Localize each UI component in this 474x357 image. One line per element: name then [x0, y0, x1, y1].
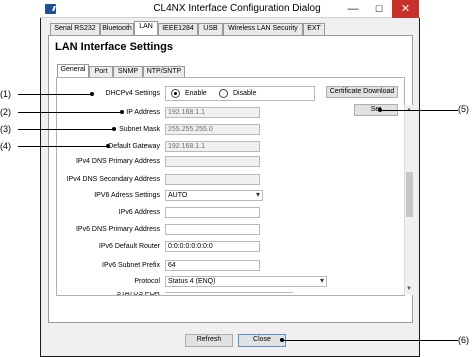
ipv4-dns-primary-field[interactable] [165, 156, 260, 167]
tab-bluetooth[interactable]: Bluetooth [100, 23, 134, 35]
callout-6-dot [280, 338, 284, 342]
status-port-field[interactable] [165, 292, 293, 296]
callout-5-line [380, 110, 458, 111]
dhcp-enable-label: Enable [185, 90, 207, 97]
dhcp-enable-radio[interactable] [171, 89, 180, 98]
callout-2-line [18, 112, 122, 113]
default-gateway-field[interactable]: 192.168.1.1 [165, 141, 260, 152]
callout-2: (2) [0, 107, 11, 117]
callout-4-line [18, 146, 108, 147]
close-button[interactable]: Close [238, 334, 286, 347]
callout-3: (3) [0, 124, 11, 134]
ipv4-dns-secondary-field[interactable] [165, 174, 260, 185]
ipv6-dns-primary-field[interactable] [165, 224, 260, 235]
protocol-select[interactable]: Status 4 (ENQ) [165, 276, 327, 287]
protocol-label: Protocol [134, 278, 160, 285]
page-title: LAN Interface Settings [55, 41, 173, 53]
subtab-ntp-sntp[interactable]: NTP/SNTP [143, 66, 185, 77]
tab-ieee1284[interactable]: IEEE1284 [158, 23, 198, 35]
ipv6-address-field[interactable] [165, 207, 260, 218]
dhcp-disable-radio[interactable] [219, 89, 228, 98]
ipv6-address-label: IPv6 Address [118, 209, 160, 216]
ip-address-field[interactable]: 192.168.1.1 [165, 107, 260, 118]
ipv6-subnet-prefix-label: IPv6 Subnet Prefix [102, 262, 160, 269]
ipv6-dns-primary-label: IPv6 DNS Primary Address [75, 226, 160, 233]
callout-6: (6) [458, 335, 469, 345]
scrollbar-thumb[interactable] [406, 172, 413, 217]
ipv4-dns-primary-label: IPv4 DNS Primary Address [75, 158, 160, 165]
dhcp-disable-label: Disable [233, 90, 257, 97]
callout-3-line [18, 129, 114, 130]
status-port-label: STATUS POR [116, 292, 160, 296]
certificate-download-button[interactable]: Certificate Download [326, 86, 398, 98]
tab-lan[interactable]: LAN [134, 21, 158, 35]
tab-serial-rs232[interactable]: Serial RS232 [50, 23, 100, 35]
callout-5-dot [378, 108, 382, 112]
ipv6-default-router-label: IPv6 Default Router [98, 243, 160, 250]
subtab-snmp[interactable]: SNMP [113, 66, 143, 77]
maximize-button[interactable]: ☐ [366, 0, 392, 18]
callout-2-dot [120, 110, 124, 114]
refresh-button[interactable]: Refresh [185, 334, 233, 347]
tab-wireless-lan-security[interactable]: Wireless LAN Security [223, 23, 303, 35]
tab-usb[interactable]: USB [198, 23, 223, 35]
callout-3-dot [112, 127, 116, 131]
callout-5: (5) [458, 104, 469, 114]
callout-1-dot [90, 92, 94, 96]
subtab-general[interactable]: General [57, 64, 89, 77]
callout-6-line [282, 340, 458, 341]
minimize-button[interactable]: — [340, 0, 366, 18]
close-window-button[interactable]: ✕ [392, 0, 419, 18]
subnet-mask-field[interactable]: 255.255.255.0 [165, 124, 260, 135]
scroll-down-icon[interactable]: ▼ [404, 285, 414, 294]
callout-4: (4) [0, 141, 11, 151]
callout-1-line [18, 94, 92, 95]
subtab-port[interactable]: Port [89, 66, 113, 77]
ipv6-settings-label: IPV6 Adress Settings [94, 192, 160, 199]
callout-1: (1) [0, 89, 11, 99]
ipv6-subnet-prefix-field[interactable]: 64 [165, 260, 260, 271]
tab-ext[interactable]: EXT [303, 23, 325, 35]
ipv6-default-router-field[interactable]: 0:0:0:0:0:0:0:0 [165, 241, 260, 252]
ipv4-dns-secondary-label: IPv4 DNS Secondary Address [66, 176, 160, 183]
ipv6-settings-select[interactable]: AUTO [165, 190, 263, 201]
callout-4-dot [106, 144, 110, 148]
